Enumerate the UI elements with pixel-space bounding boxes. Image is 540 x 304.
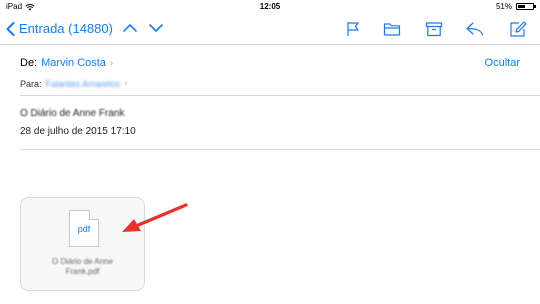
flag-icon[interactable] [343, 20, 363, 38]
document-icon: pdf [69, 210, 99, 247]
back-button[interactable]: Entrada (14880) [6, 21, 113, 36]
chevron-right-icon: › [109, 57, 114, 69]
back-label: Entrada (14880) [19, 21, 113, 36]
mail-toolbar: Entrada (14880) [0, 14, 540, 45]
attachment-name-line: O Diário de Anne [52, 257, 113, 266]
divider [20, 149, 540, 150]
folder-icon[interactable] [382, 20, 402, 38]
attachment-name: O Diário de Anne Frank.pdf [21, 257, 144, 277]
archive-icon[interactable] [424, 20, 444, 38]
chevron-right-icon: › [124, 78, 128, 89]
hide-details-button[interactable]: Ocultar [485, 57, 520, 69]
from-label: De: [20, 57, 38, 69]
status-time: 12:05 [259, 2, 281, 11]
chevron-up-icon[interactable] [122, 21, 138, 35]
message-date: 28 de julho de 2015 17:10 [20, 126, 136, 137]
battery-percent: 51% [495, 2, 512, 11]
reply-icon[interactable] [465, 20, 485, 38]
file-extension: pdf [77, 224, 91, 234]
message-subject: O Diário de Anne Frank [20, 108, 125, 119]
chevron-down-icon[interactable] [148, 21, 164, 35]
status-right: 51% [495, 2, 536, 11]
chevron-left-icon [6, 21, 15, 36]
status-bar: iPad 12:05 51% [0, 0, 540, 14]
sender-row: De: Marvin Costa › [20, 57, 113, 69]
annotation-arrow-icon [122, 203, 188, 232]
recipient-row: Para: Falantes Amarelos › [20, 78, 127, 89]
sender-name[interactable]: Marvin Costa [41, 57, 106, 69]
message-nav [122, 21, 164, 35]
attachment-name-line: Frank.pdf [65, 267, 100, 276]
divider [20, 95, 540, 96]
to-label: Para: [20, 78, 42, 89]
recipient-name[interactable]: Falantes Amarelos [46, 79, 121, 89]
compose-icon[interactable] [508, 20, 528, 38]
battery-fill [518, 5, 526, 8]
battery-icon [516, 3, 536, 10]
